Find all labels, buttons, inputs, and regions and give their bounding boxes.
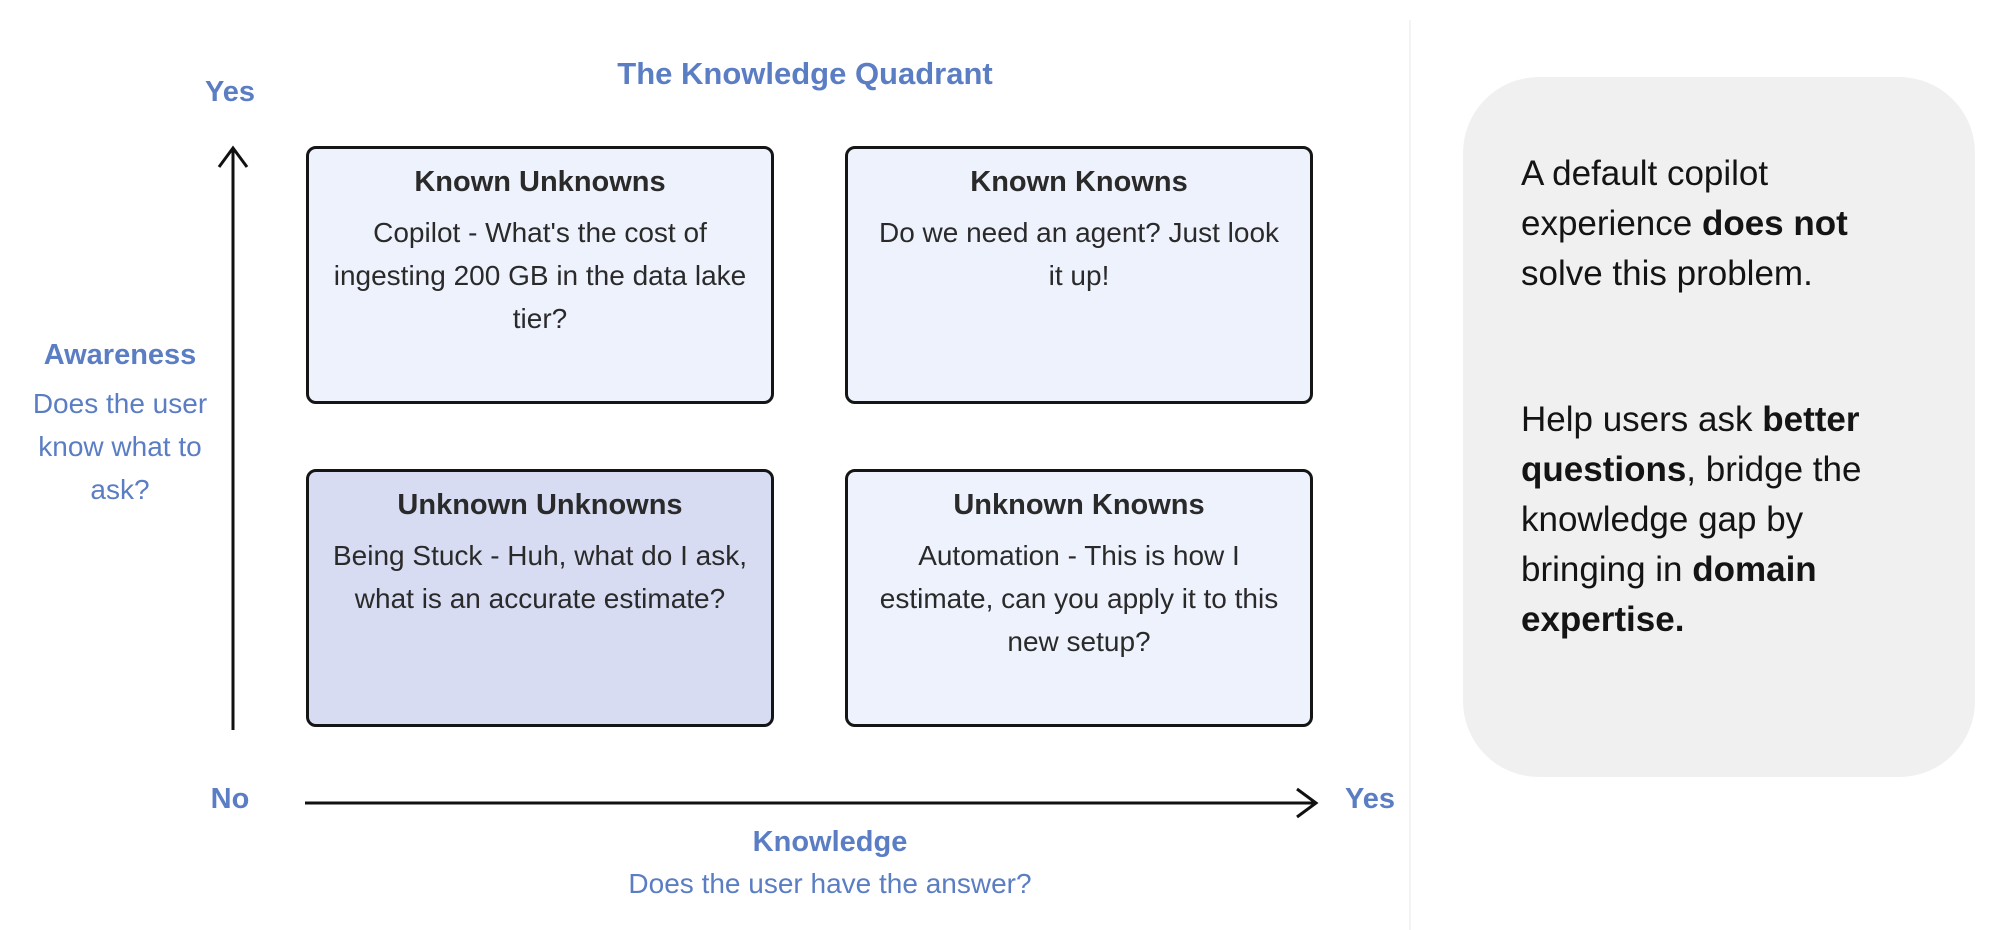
origin-no-label: No — [210, 783, 250, 815]
quadrant-heading: Unknown Unknowns — [397, 489, 683, 521]
quadrant-heading: Unknown Knowns — [953, 489, 1205, 521]
x-axis-arrow — [305, 787, 1319, 819]
quadrant-body: Being Stuck - Huh, what do I ask, what i… — [333, 540, 747, 614]
callout-text: solve this problem. — [1521, 254, 1813, 293]
quadrant-body: Automation - This is how I estimate, can… — [879, 540, 1279, 657]
y-axis-subtitle: Does the user know what to ask? — [32, 388, 208, 505]
quadrant-unknown-unknowns: Unknown Unknowns Being Stuck - Huh, what… — [306, 469, 774, 727]
callout-text: Help users ask — [1521, 400, 1763, 439]
y-axis-yes-label: Yes — [205, 76, 255, 108]
y-axis-title: Awareness — [43, 339, 197, 371]
quadrant-body: Copilot - What's the cost of ingesting 2… — [333, 217, 747, 334]
x-axis-subtitle: Does the user have the answer? — [628, 868, 1032, 899]
x-axis-yes-label: Yes — [1345, 783, 1395, 815]
quadrant-unknown-knowns: Unknown Knowns Automation - This is how … — [845, 469, 1313, 727]
x-axis-title: Knowledge — [752, 826, 908, 858]
quadrant-known-knowns: Known Knowns Do we need an agent? Just l… — [845, 146, 1313, 404]
quadrant-body: Do we need an agent? Just look it up! — [878, 217, 1280, 291]
quadrant-heading: Known Unknowns — [414, 166, 666, 198]
quadrant-known-unknowns: Known Unknowns Copilot - What's the cost… — [306, 146, 774, 404]
callout-paragraph-2: Help users ask better questions, bridge … — [1521, 395, 1921, 645]
quadrant-heading: Known Knowns — [970, 166, 1188, 198]
callout-emphasis: does not — [1701, 204, 1848, 243]
callout-paragraph-1: A default copilot experience does not so… — [1521, 149, 1921, 299]
side-callout-panel: A default copilot experience does not so… — [1463, 77, 1975, 777]
